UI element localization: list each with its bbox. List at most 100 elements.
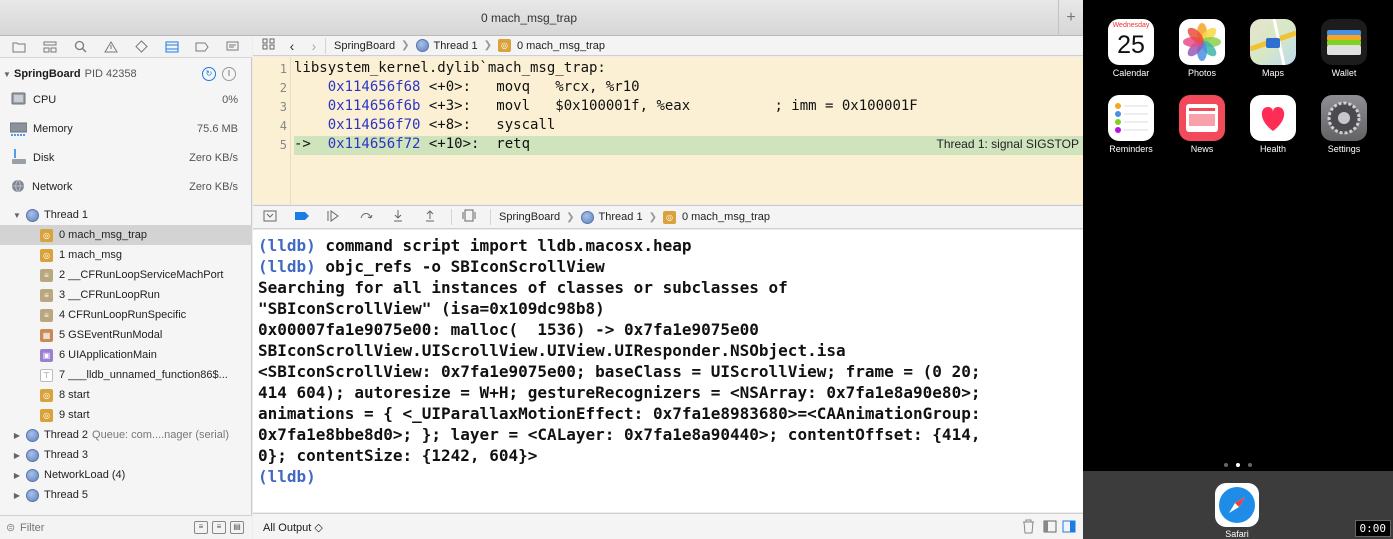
stack-frame-row[interactable]: ◎ 9 start <box>0 405 252 425</box>
add-tab-button[interactable]: + <box>1058 0 1083 36</box>
filter-option-icon[interactable]: ▤ <box>230 521 244 534</box>
app-reminders[interactable]: Reminders <box>1101 95 1161 154</box>
thread-row[interactable]: ▶ Thread 5 <box>0 485 252 505</box>
stack-frame-row[interactable]: ≡ 4 CFRunLoopRunSpecific <box>0 305 252 325</box>
app-news[interactable]: News <box>1172 95 1232 154</box>
console-line: (lldb) objc_refs -o SBIconScrollView <box>258 257 605 276</box>
globe-icon <box>11 179 25 196</box>
stack-frame-row[interactable]: ◎ 1 mach_msg <box>0 245 252 265</box>
report-icon[interactable] <box>223 38 243 56</box>
gauge-cpu[interactable]: CPU 0% <box>0 90 252 110</box>
back-chevron-icon[interactable]: ‹ <box>281 38 303 54</box>
stack-frame-row[interactable]: ▣ 6 UIApplicationMain <box>0 345 252 365</box>
frame-icon: ◎ <box>40 248 53 262</box>
thread-row[interactable]: ▶ Thread 3 <box>0 445 252 465</box>
disclosure-triangle-icon[interactable]: ▼ <box>12 211 22 220</box>
app-label: Maps <box>1261 68 1284 78</box>
gauge-disk[interactable]: Disk Zero KB/s <box>0 148 252 168</box>
process-name: SpringBoard <box>14 68 81 80</box>
split-right-icon[interactable] <box>1062 520 1076 536</box>
step-out-icon[interactable] <box>419 209 441 225</box>
editor-jump-bar: ‹ › SpringBoard ❯ Thread 1 ❯ ◎ 0 mach_msg… <box>253 36 1083 56</box>
code-line: 0x114656f70 <+8>: syscall <box>327 117 556 133</box>
view-hierarchy-icon[interactable] <box>458 209 480 225</box>
console-prompt-line[interactable]: (lldb) <box>258 466 1083 487</box>
app-label: Calendar <box>1112 68 1150 78</box>
debug-gauge-icon[interactable] <box>162 38 182 56</box>
output-filter-select[interactable]: All Output ◇ <box>263 521 323 534</box>
filter-input[interactable] <box>20 520 170 536</box>
gauge-memory[interactable]: Memory 75.6 MB <box>0 119 252 139</box>
breakpoint-icon[interactable] <box>192 38 212 56</box>
disclosure-triangle-icon[interactable]: ▶ <box>12 491 22 500</box>
disclosure-triangle-icon[interactable]: ▶ <box>12 471 22 480</box>
stack-frame-row[interactable]: ⊤ 7 ___lldb_unnamed_function86$... <box>0 365 252 385</box>
chevron-right-icon: ❯ <box>401 40 410 51</box>
filter-option-icon[interactable]: ≡ <box>194 521 208 534</box>
split-left-icon[interactable] <box>1043 520 1057 536</box>
stack-frame-row[interactable]: ◎ 8 start <box>0 385 252 405</box>
app-health[interactable]: Health <box>1243 95 1303 154</box>
stack-frame-row[interactable]: ≡ 3 __CFRunLoopRun <box>0 285 252 305</box>
frame-icon: ◎ <box>40 388 53 402</box>
thread-label: Thread 3 <box>44 449 89 461</box>
disassembly-editor[interactable]: 1 2 3 4 5 libsystem_kernel.dylib`mach_ms… <box>253 57 1083 204</box>
disclosure-triangle-icon[interactable]: ▶ <box>12 451 22 460</box>
jump-bar-item[interactable]: ◎ 0 mach_msg_trap <box>662 210 770 224</box>
health-icon <box>1250 95 1296 141</box>
line-gutter: 1 2 3 4 5 <box>253 57 291 204</box>
app-photos[interactable]: Photos <box>1172 19 1232 78</box>
frame-label: 6 UIApplicationMain <box>59 349 157 361</box>
test-diamond-icon[interactable] <box>131 38 151 56</box>
jump-bar-item[interactable]: SpringBoard <box>499 211 560 223</box>
wallet-icon <box>1321 19 1367 65</box>
console-line: 414 604); autoresize = W+H; gestureRecog… <box>258 383 981 402</box>
stack-frame-row[interactable]: ◎ 0 mach_msg_trap <box>0 225 252 245</box>
filter-option-icon[interactable]: ≡ <box>212 521 226 534</box>
app-calendar[interactable]: Wednesday 25 Calendar <box>1101 19 1161 78</box>
stack-frame-row[interactable]: ▦ 5 GSEventRunModal <box>0 325 252 345</box>
pause-indicator-icon[interactable]: ‖ <box>222 67 236 81</box>
hide-debug-area-icon[interactable] <box>259 210 281 225</box>
process-row[interactable]: ▼ SpringBoard PID 42358 ↻ ‖ <box>0 64 252 84</box>
frame-icon: ≡ <box>40 268 53 282</box>
stack-frame-row[interactable]: ≡ 2 __CFRunLoopServiceMachPort <box>0 265 252 285</box>
continue-icon[interactable] <box>323 209 345 225</box>
step-into-icon[interactable] <box>387 209 409 225</box>
app-maps[interactable]: Maps <box>1243 19 1303 78</box>
frame-label: 4 CFRunLoopRunSpecific <box>59 309 187 321</box>
thread-row[interactable]: ▶ Thread 2 Queue: com....nager (serial) <box>0 425 252 445</box>
page-dot <box>1224 463 1228 467</box>
frame-icon: ◎ <box>40 228 53 242</box>
app-wallet[interactable]: Wallet <box>1314 19 1374 78</box>
lldb-console[interactable]: (lldb) command script import lldb.macosx… <box>253 230 1083 512</box>
hierarchy-icon[interactable] <box>40 38 60 56</box>
step-over-icon[interactable] <box>355 210 377 225</box>
gauge-network[interactable]: Network Zero KB/s <box>0 177 252 197</box>
app-settings[interactable]: Settings <box>1314 95 1374 154</box>
thread-row[interactable]: ▶ NetworkLoad (4) <box>0 465 252 485</box>
recording-timer: 0:00 <box>1354 520 1391 537</box>
folder-icon[interactable] <box>9 38 29 56</box>
page-dot <box>1248 463 1252 467</box>
search-icon[interactable] <box>70 38 90 56</box>
app-safari[interactable]: Safari <box>1207 483 1267 539</box>
jump-bar-item[interactable]: ◎ 0 mach_msg_trap <box>497 39 605 52</box>
thread-row[interactable]: ▼ Thread 1 <box>0 205 252 225</box>
process-options-icon[interactable]: ↻ <box>202 67 216 81</box>
warning-icon[interactable] <box>101 38 121 56</box>
forward-chevron-icon[interactable]: › <box>303 38 325 54</box>
frame-icon: ◎ <box>40 408 53 422</box>
ios-simulator-screen[interactable]: Wednesday 25 Calendar Photos Maps Wallet… <box>1083 0 1393 539</box>
console-line: Searching for all instances of classes o… <box>258 278 788 297</box>
disclosure-triangle-icon[interactable]: ▶ <box>12 431 22 440</box>
jump-bar-item[interactable]: SpringBoard <box>334 40 395 52</box>
trash-icon[interactable] <box>1022 519 1035 537</box>
related-items-icon[interactable] <box>255 38 281 53</box>
maps-icon <box>1250 19 1296 65</box>
jump-bar-item[interactable]: Thread 1 <box>580 210 643 224</box>
chevron-right-icon: ❯ <box>566 211 575 223</box>
breakpoints-toggle-icon[interactable] <box>291 210 313 224</box>
jump-bar-item[interactable]: Thread 1 <box>415 39 478 52</box>
disclosure-triangle-icon[interactable]: ▼ <box>2 70 12 79</box>
